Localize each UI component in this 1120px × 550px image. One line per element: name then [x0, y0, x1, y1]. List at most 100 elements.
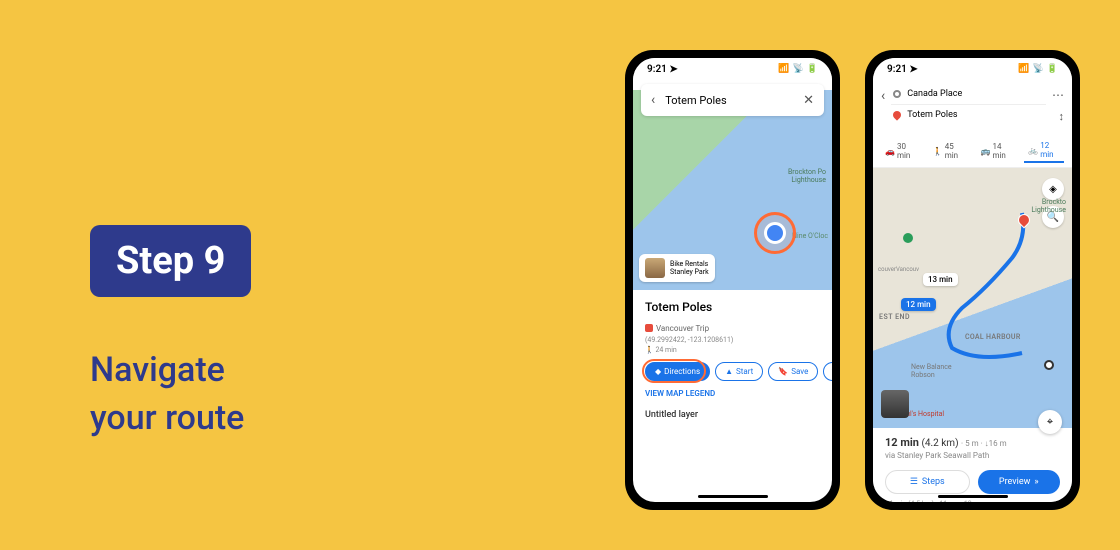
status-time: 9:21 — [887, 64, 907, 75]
tagline-line1: Navigate — [90, 347, 251, 395]
search-text: Totem Poles — [665, 94, 726, 107]
mode-walk-tab[interactable]: 🚶45 min — [929, 139, 969, 163]
bike-rentals-subtitle: Stanley Park — [670, 268, 709, 276]
walk-time-text: 🚶 24 min — [645, 346, 820, 354]
phone-left: 9:21 ➤ 📶 📡 🔋 ‹ Totem Poles ✕ Brockton Po… — [625, 50, 840, 510]
location-icon: ➤ — [669, 64, 677, 75]
highlight-circle-annotation — [754, 212, 796, 254]
trip-color-icon — [645, 324, 653, 332]
signal-icon: 📶 — [778, 64, 789, 74]
route-time-badge-main[interactable]: 12 min — [901, 298, 936, 311]
start-button[interactable]: ▲ Start — [715, 362, 763, 381]
route-map[interactable]: ◈ 🔍 Brockto Lighthouse EST END COAL HARB… — [873, 168, 1072, 428]
result-distance: (4.2 km) — [921, 438, 958, 449]
steps-label: Steps — [922, 477, 945, 487]
signal-icon: 📶 — [1018, 64, 1029, 74]
mode-bike-time: 12 min — [1040, 141, 1060, 159]
save-button[interactable]: 🔖 Save — [768, 362, 818, 381]
tagline-line2: your route — [90, 395, 251, 443]
map-poi-gardens-icon — [903, 233, 913, 243]
mode-car-tab[interactable]: 🚗30 min — [881, 139, 921, 163]
map-label-brockton: Brockto Lighthouse — [1031, 198, 1066, 214]
more-menu-icon[interactable]: ⋯ — [1052, 88, 1064, 102]
bike-rentals-card[interactable]: Bike Rentals Stanley Park — [639, 254, 715, 282]
back-icon[interactable]: ‹ — [881, 88, 885, 104]
search-bar[interactable]: ‹ Totem Poles ✕ — [641, 84, 824, 116]
battery-icon: 🔋 — [1047, 64, 1058, 74]
origin-marker-icon — [1044, 360, 1054, 370]
directions-button[interactable]: ◆ Directions — [645, 362, 710, 381]
steps-icon: ☰ — [910, 477, 918, 487]
wifi-icon: 📡 — [793, 64, 804, 74]
mode-transit-tab[interactable]: 🚌14 min — [977, 139, 1017, 163]
map-view[interactable]: Brockton Po Lighthouse Nine O'Cloc Bike … — [633, 90, 832, 290]
my-location-button[interactable]: ⌖ — [1038, 410, 1062, 434]
route-result-panel: 12 min (4.2 km) · 5 m · ↓16 m via Stanle… — [873, 428, 1072, 502]
save-label: Save — [791, 367, 808, 376]
result-elevation: · 5 m · ↓16 m — [961, 439, 1007, 448]
destination-pin-icon — [892, 109, 903, 120]
preview-button[interactable]: Preview » — [978, 470, 1061, 494]
coordinates-text: (49.2992422, -123.1208611) — [645, 336, 820, 344]
origin-text: Canada Place — [907, 89, 962, 99]
route-polyline — [927, 198, 1047, 378]
streetview-thumb[interactable] — [881, 390, 909, 418]
bike-thumb-icon — [645, 258, 665, 278]
forward-icon: » — [1034, 477, 1038, 487]
mode-car-time: 30 min — [897, 142, 917, 160]
origin-input[interactable]: Canada Place — [891, 84, 1046, 105]
start-label: Start — [736, 367, 753, 376]
share-button[interactable]: ⇧ — [823, 362, 832, 381]
layers-button[interactable]: ◈ — [1042, 178, 1064, 200]
directions-icon: ◆ — [655, 367, 661, 376]
phone-right: 9:21 ➤ 📶 📡 🔋 ‹ Canada Place — [865, 50, 1080, 510]
map-label-newbalance: New Balance Robson — [911, 363, 952, 379]
step-badge: Step 9 — [90, 225, 251, 297]
mode-tabs: 🚗30 min 🚶45 min 🚌14 min 🚲12 min — [873, 133, 1072, 168]
route-header: ‹ Canada Place Totem Poles ⋯ ↕ — [873, 80, 1072, 133]
map-label-vancouver: couverVancouv — [878, 266, 919, 273]
map-label-westend: EST END — [879, 313, 910, 321]
map-label-brockton: Brockton Po Lighthouse — [788, 168, 826, 184]
preview-label: Preview — [999, 477, 1030, 487]
directions-label: Directions — [664, 367, 700, 376]
status-bar: 9:21 ➤ 📶 📡 🔋 — [633, 58, 832, 80]
share-icon: ⇧ — [830, 367, 832, 376]
result-duration: 12 min — [885, 436, 919, 449]
bike-icon: 🚲 — [1028, 146, 1038, 155]
view-legend-link[interactable]: VIEW MAP LEGEND — [645, 389, 820, 398]
steps-button[interactable]: ☰ Steps — [885, 470, 970, 494]
car-icon: 🚗 — [885, 147, 895, 156]
battery-icon: 🔋 — [807, 64, 818, 74]
home-indicator — [938, 495, 1008, 498]
mode-walk-time: 45 min — [945, 142, 965, 160]
result-via: via Stanley Park Seawall Path — [885, 451, 1060, 460]
wifi-icon: 📡 — [1033, 64, 1044, 74]
layer-label: Untitled layer — [645, 410, 820, 420]
layers-icon: ◈ — [1049, 184, 1057, 195]
mode-bike-tab[interactable]: 🚲12 min — [1024, 139, 1064, 163]
action-row: ◆ Directions ▲ Start 🔖 Save ⇧ — [645, 362, 820, 381]
back-icon[interactable]: ‹ — [651, 92, 655, 108]
trip-tag: Vancouver Trip — [645, 324, 709, 333]
route-time-badge-alt[interactable]: 13 min — [923, 273, 958, 286]
home-indicator — [698, 495, 768, 498]
bike-rentals-title: Bike Rentals — [670, 260, 709, 268]
start-icon: ▲ — [725, 367, 733, 376]
trip-name: Vancouver Trip — [656, 324, 709, 333]
close-icon[interactable]: ✕ — [803, 93, 814, 108]
alt-route-line: 14 min (4.5 km) · 11 m · ↓10 m — [885, 500, 1060, 502]
mode-transit-time: 14 min — [992, 142, 1012, 160]
location-icon: ➤ — [909, 64, 917, 75]
location-crosshair-icon: ⌖ — [1047, 415, 1053, 429]
bookmark-icon: 🔖 — [778, 367, 788, 376]
origin-dot-icon — [893, 90, 901, 98]
destination-input[interactable]: Totem Poles — [891, 105, 1046, 125]
destination-text: Totem Poles — [907, 110, 957, 120]
walk-icon: 🚶 — [933, 147, 943, 156]
transit-icon: 🚌 — [981, 147, 991, 156]
map-label-coalharbour: COAL HARBOUR — [965, 333, 1021, 341]
tagline: Navigate your route — [90, 347, 251, 442]
swap-icon[interactable]: ↕ — [1059, 110, 1065, 123]
place-info-panel: Totem Poles Vancouver Trip (49.2992422, … — [633, 290, 832, 430]
